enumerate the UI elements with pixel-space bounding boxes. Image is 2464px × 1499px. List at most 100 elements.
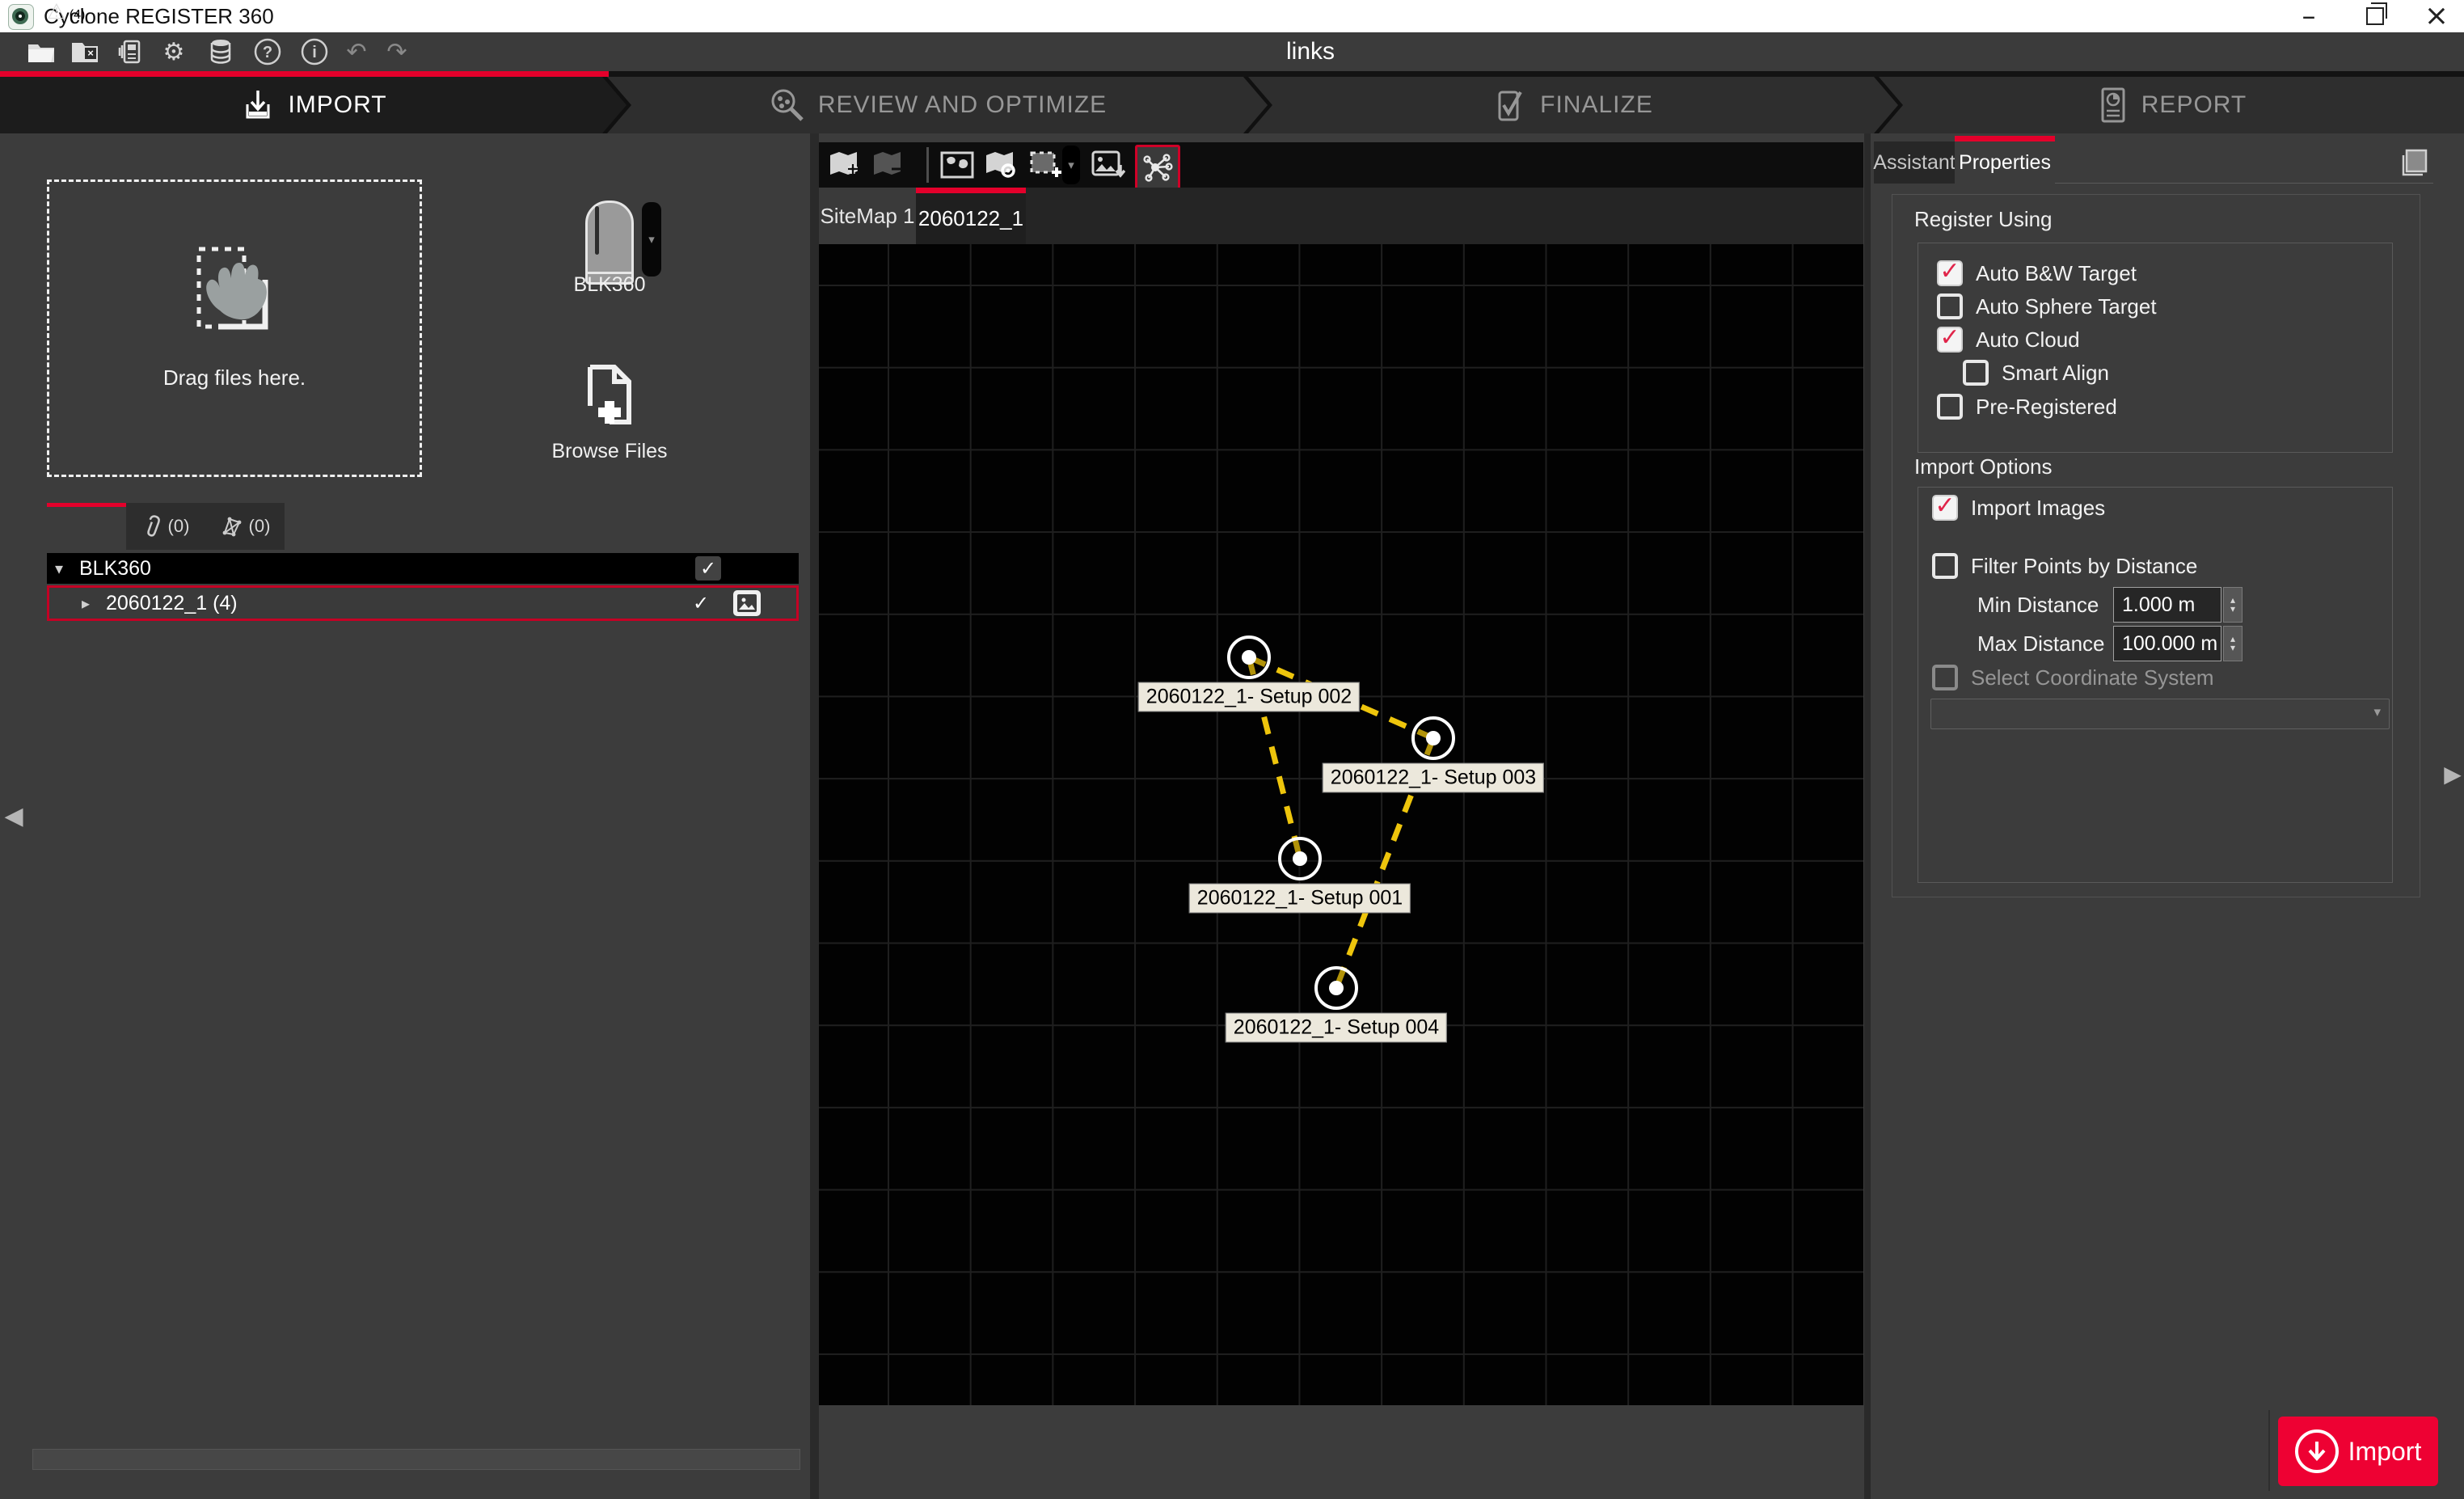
option-label: Select Coordinate System: [1971, 665, 2214, 690]
option-select-coordinate-system[interactable]: ✓ Select Coordinate System: [1932, 665, 2214, 690]
device-manager-icon[interactable]: [113, 36, 147, 68]
workflow-step-label: REVIEW AND OPTIMIZE: [818, 91, 1107, 119]
paperclip-icon: [138, 512, 165, 541]
tree-root-checkbox[interactable]: ✓: [695, 556, 721, 581]
option-filter-points[interactable]: ✓ Filter Points by Distance: [1932, 553, 2197, 579]
collapse-left-arrow[interactable]: ◀: [2, 797, 26, 834]
open-project-icon[interactable]: [24, 36, 58, 68]
workflow-bar: IMPORT REVIEW AND OPTIMIZE FINALIZE REPO…: [0, 77, 2464, 133]
min-distance-row: Min Distance ▴▾: [1977, 587, 2242, 623]
sitemap-canvas[interactable]: 2060122_1- Setup 002 2060122_1- Setup 003…: [819, 244, 1863, 1405]
sitemap-node[interactable]: [1278, 837, 1322, 880]
sitemap-node-label[interactable]: 2060122_1- Setup 004: [1226, 1013, 1447, 1043]
min-distance-label: Min Distance: [1977, 593, 2113, 618]
svg-text:×: ×: [87, 47, 94, 59]
checkbox[interactable]: ✓: [1937, 260, 1963, 286]
check-icon: ✓: [1934, 494, 1955, 518]
sitemap-node-label[interactable]: 2060122_1- Setup 003: [1323, 763, 1544, 793]
option-auto-sphere-target[interactable]: ✓ Auto Sphere Target: [1937, 293, 2157, 319]
geo-image-icon[interactable]: [939, 149, 975, 181]
option-auto-cloud[interactable]: ✓ Auto Cloud: [1937, 327, 2080, 353]
import-button-label: Import: [2348, 1437, 2422, 1467]
restore-icon: [2366, 7, 2384, 25]
blk360-device-icon[interactable]: [585, 201, 634, 285]
select-area-icon[interactable]: [1028, 149, 1064, 181]
settings-gear-icon[interactable]: ⚙: [157, 36, 191, 68]
tree-child-label: 2060122_1 (4): [106, 592, 238, 615]
min-distance-input[interactable]: [2113, 587, 2221, 623]
close-button[interactable]: ×: [2411, 0, 2462, 32]
add-sitemap-icon[interactable]: [826, 149, 862, 181]
tab-attachments[interactable]: (0): [126, 503, 205, 550]
checkbox[interactable]: ✓: [1932, 553, 1958, 579]
caret-right-icon[interactable]: ▸: [82, 593, 106, 613]
checkbox[interactable]: ✓: [1932, 665, 1958, 690]
links-tool-selected[interactable]: [1135, 145, 1180, 190]
toolbar-dropdown[interactable]: ▾: [1062, 146, 1080, 184]
checkbox[interactable]: ✓: [1937, 394, 1963, 420]
max-distance-input[interactable]: [2113, 626, 2221, 661]
import-image-icon[interactable]: [1091, 149, 1126, 181]
prop-tab-underline: [2055, 183, 2433, 184]
undo-icon[interactable]: ↶: [340, 36, 373, 68]
tab-links[interactable]: (0): [205, 503, 285, 550]
max-distance-spinner[interactable]: ▴▾: [2223, 626, 2242, 661]
tree-row-blk360[interactable]: ▾ BLK360 ✓: [47, 553, 799, 584]
option-smart-align[interactable]: ✓ Smart Align: [1963, 360, 2109, 386]
chevron-down-icon: ▾: [2373, 704, 2381, 720]
left-panel-hscrollbar[interactable]: [32, 1449, 800, 1470]
check-icon: ✓: [1939, 326, 1960, 350]
close-project-icon[interactable]: ×: [68, 36, 102, 68]
map-location-icon[interactable]: [983, 149, 1019, 181]
tab-properties[interactable]: Properties: [1955, 141, 2055, 184]
sitemap-node[interactable]: [1314, 966, 1358, 1010]
checkbox[interactable]: ✓: [1932, 495, 1958, 521]
import-button[interactable]: Import: [2278, 1417, 2438, 1486]
workflow-step-finalize[interactable]: FINALIZE: [1248, 77, 1898, 133]
help-icon[interactable]: ?: [251, 36, 285, 68]
checkbox[interactable]: ✓: [1937, 327, 1963, 353]
sitemap-node[interactable]: [1411, 716, 1455, 760]
sitemap-node-label[interactable]: 2060122_1- Setup 001: [1189, 884, 1411, 914]
right-panel-divider: [1864, 133, 1871, 1499]
option-import-images[interactable]: ✓ Import Images: [1932, 495, 2105, 521]
tab-warnings[interactable]: ⚠ (4): [47, 0, 85, 24]
titlebar: Cyclone REGISTER 360 – ×: [0, 0, 2464, 33]
tab-2060122-1[interactable]: 2060122_1: [916, 193, 1026, 244]
max-distance-row: Max Distance ▴▾: [1977, 626, 2242, 661]
min-distance-spinner[interactable]: ▴▾: [2223, 587, 2242, 623]
tab-assistant[interactable]: Assistant: [1874, 141, 1955, 184]
links-count: (0): [249, 516, 271, 537]
blk360-dropdown[interactable]: ▾: [642, 202, 661, 277]
minimize-button[interactable]: –: [2283, 0, 2335, 32]
info-icon[interactable]: i: [297, 36, 331, 68]
option-label: Filter Points by Distance: [1971, 554, 2197, 579]
option-auto-bw-target[interactable]: ✓ Auto B&W Target: [1937, 260, 2137, 286]
tree-row-2060122[interactable]: ▸ 2060122_1 (4) ✓: [47, 585, 799, 621]
sitemap-node-label[interactable]: 2060122_1- Setup 002: [1138, 682, 1360, 712]
browse-files-label: Browse Files: [529, 440, 690, 463]
remove-sitemap-icon[interactable]: [870, 149, 905, 181]
workflow-step-review[interactable]: REVIEW AND OPTIMIZE: [607, 77, 1268, 133]
tab-sitemap-1[interactable]: SiteMap 1: [819, 188, 916, 244]
expand-right-arrow[interactable]: ▶: [2441, 755, 2464, 792]
coordinate-system-dropdown[interactable]: ▾: [1930, 699, 2390, 729]
thumbnail-icon[interactable]: [733, 590, 761, 616]
option-label: Auto B&W Target: [1976, 261, 2137, 286]
caret-down-icon[interactable]: ▾: [55, 559, 79, 578]
option-pre-registered[interactable]: ✓ Pre-Registered: [1937, 394, 2117, 420]
storage-database-icon[interactable]: [204, 36, 238, 68]
sitemap-node[interactable]: [1227, 635, 1271, 679]
app-icon: [8, 4, 34, 30]
tree-child-checkbox[interactable]: ✓: [688, 591, 714, 615]
checkbox[interactable]: ✓: [1963, 360, 1989, 386]
checkbox[interactable]: ✓: [1937, 293, 1963, 319]
active-tab-indicator: [47, 503, 126, 507]
restore-button[interactable]: [2349, 0, 2401, 32]
option-label: Auto Sphere Target: [1976, 294, 2157, 319]
redo-icon[interactable]: ↷: [380, 36, 414, 68]
panels-toggle-icon[interactable]: [2391, 142, 2435, 184]
workflow-step-report[interactable]: REPORT: [1879, 77, 2464, 133]
browse-files-icon[interactable]: [579, 362, 640, 439]
workflow-step-import[interactable]: IMPORT: [0, 77, 627, 133]
